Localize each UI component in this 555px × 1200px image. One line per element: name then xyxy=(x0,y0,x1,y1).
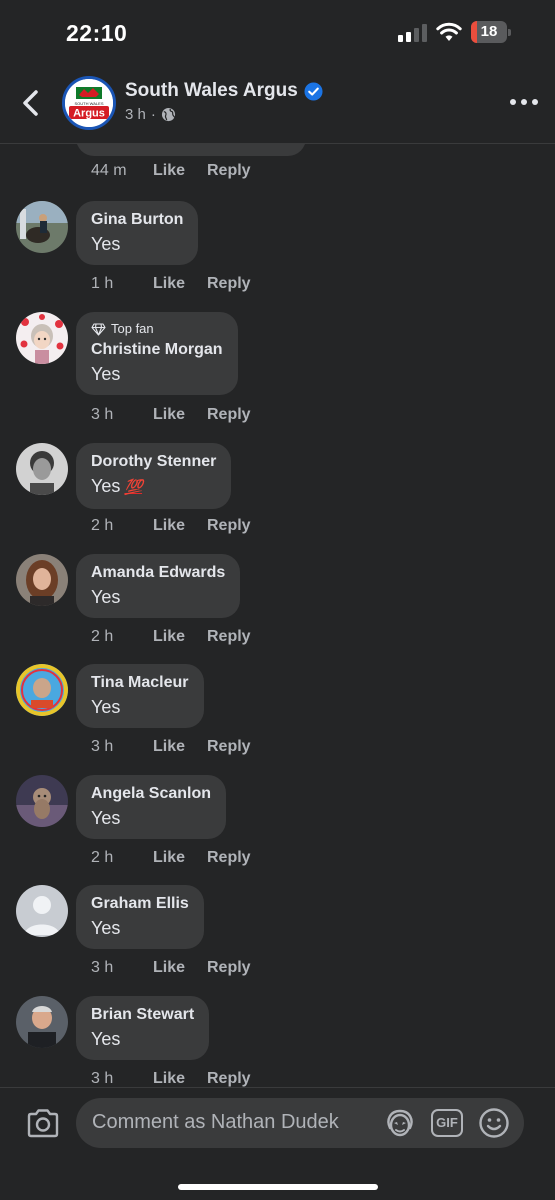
top-fan-badge: Top fan xyxy=(91,321,223,337)
comment-author[interactable]: Graham Ellis xyxy=(91,894,189,914)
comment-bubble[interactable]: Graham Ellis Yes xyxy=(76,885,204,949)
argus-logo: SOUTH WALES Argus xyxy=(65,79,113,127)
reply-button[interactable]: Reply xyxy=(207,1070,251,1087)
comment-actions: 2 h Like Reply xyxy=(91,628,251,646)
comment-bubble[interactable]: Dorothy Stenner Yes 💯 xyxy=(76,443,232,509)
comment-bubble[interactable]: Angela Scanlon Yes xyxy=(76,775,227,839)
comment-time: 2 h xyxy=(91,517,114,534)
comment-text: Yes xyxy=(91,1029,121,1049)
battery-level: 18 xyxy=(480,23,498,40)
badge-label: Top fan xyxy=(111,321,154,336)
gif-icon[interactable]: GIF xyxy=(431,1109,463,1137)
post-header: SOUTH WALES Argus South Wales Argus 3 h … xyxy=(0,64,555,144)
comment-actions: 3 h Like Reply xyxy=(91,738,251,756)
comment-text: Yes xyxy=(91,697,121,717)
comment-time: 44 m xyxy=(91,162,127,179)
diamond-icon xyxy=(91,322,106,336)
avatar-sticker-icon[interactable] xyxy=(384,1108,416,1138)
svg-text:SOUTH WALES: SOUTH WALES xyxy=(75,101,104,106)
home-indicator xyxy=(178,1184,378,1190)
status-time: 22:10 xyxy=(66,20,128,46)
avatar[interactable] xyxy=(16,312,68,364)
like-button[interactable]: Like xyxy=(153,406,207,424)
comment-text: Yes xyxy=(91,587,121,607)
comment-author[interactable]: Gina Burton xyxy=(91,210,183,230)
post-time: 3 h xyxy=(125,106,146,123)
comment-time: 3 h xyxy=(91,1070,114,1087)
comment-time: 3 h xyxy=(91,738,114,755)
like-button[interactable]: Like xyxy=(153,738,207,756)
like-button[interactable]: Like xyxy=(153,849,207,867)
comment-text: Yes xyxy=(91,808,121,828)
page-avatar[interactable]: SOUTH WALES Argus xyxy=(62,76,116,130)
battery-icon: 18 xyxy=(471,21,511,43)
comment-author[interactable]: Christine Morgan xyxy=(91,340,223,360)
wifi-icon xyxy=(436,22,462,41)
back-button[interactable] xyxy=(16,86,46,120)
comment-author[interactable]: Tina Macleur xyxy=(91,673,189,693)
comment-actions: 2 h Like Reply xyxy=(91,849,251,867)
comment-bubble[interactable]: Brian Stewart Yes xyxy=(76,996,210,1060)
emoji-icon[interactable] xyxy=(478,1107,510,1139)
comment-text: Yes xyxy=(91,918,121,938)
like-button[interactable]: Like xyxy=(153,628,207,646)
partial-comment-bubble xyxy=(76,144,306,156)
comment-input-placeholder: Comment as Nathan Dudek xyxy=(92,1111,339,1133)
comment-time: 1 h xyxy=(91,275,114,292)
more-options-button[interactable] xyxy=(510,92,538,112)
page-title[interactable]: South Wales Argus xyxy=(125,80,298,102)
reply-button[interactable]: Reply xyxy=(207,959,251,977)
reply-button[interactable]: Reply xyxy=(207,517,251,535)
like-button[interactable]: Like xyxy=(153,517,207,535)
comment-composer: Comment as Nathan Dudek GIF xyxy=(0,1087,555,1200)
comment-text: Yes xyxy=(91,234,121,254)
like-button[interactable]: Like xyxy=(153,1070,207,1087)
default-avatar-icon[interactable] xyxy=(16,885,68,937)
camera-icon[interactable] xyxy=(26,1108,60,1138)
comments-list: 44 m Like Reply Gina Burton Yes 1 h Like… xyxy=(0,144,555,1087)
avatar[interactable] xyxy=(16,554,68,606)
comment-actions: 1 h Like Reply xyxy=(91,275,251,293)
comment-time: 3 h xyxy=(91,959,114,976)
like-button[interactable]: Like xyxy=(153,162,207,180)
comment-author[interactable]: Amanda Edwards xyxy=(91,563,225,583)
comment-actions: 3 h Like Reply xyxy=(91,1070,251,1087)
avatar[interactable] xyxy=(16,201,68,253)
partial-comment-actions: 44 m Like Reply xyxy=(91,162,251,180)
avatar[interactable] xyxy=(16,996,68,1048)
comment-time: 2 h xyxy=(91,849,114,866)
comment-author[interactable]: Angela Scanlon xyxy=(91,784,211,804)
comment-time: 2 h xyxy=(91,628,114,645)
verified-badge-icon xyxy=(304,81,323,101)
reply-button[interactable]: Reply xyxy=(207,738,251,756)
reply-button[interactable]: Reply xyxy=(207,275,251,293)
comment-actions: 2 h Like Reply xyxy=(91,517,251,535)
reply-button[interactable]: Reply xyxy=(207,849,251,867)
comment-text: Yes xyxy=(91,476,121,496)
comment-text: Yes xyxy=(91,364,121,384)
reply-button[interactable]: Reply xyxy=(207,162,251,180)
avatar[interactable] xyxy=(16,443,68,495)
avatar[interactable] xyxy=(16,775,68,827)
avatar[interactable] xyxy=(16,664,68,716)
like-button[interactable]: Like xyxy=(153,959,207,977)
comment-time: 3 h xyxy=(91,406,114,423)
meta-separator: · xyxy=(150,106,156,123)
comment-bubble[interactable]: Tina Macleur Yes xyxy=(76,664,204,728)
comment-author[interactable]: Dorothy Stenner xyxy=(91,452,216,472)
comment-bubble[interactable]: Amanda Edwards Yes xyxy=(76,554,241,618)
comment-bubble[interactable]: Gina Burton Yes xyxy=(76,201,199,265)
comment-author[interactable]: Brian Stewart xyxy=(91,1005,194,1025)
comment-actions: 3 h Like Reply xyxy=(91,406,251,424)
svg-text:Argus: Argus xyxy=(73,108,105,120)
reply-button[interactable]: Reply xyxy=(207,406,251,424)
reply-button[interactable]: Reply xyxy=(207,628,251,646)
globe-icon xyxy=(161,107,176,122)
like-button[interactable]: Like xyxy=(153,275,207,293)
comment-bubble[interactable]: Top fan Christine Morgan Yes xyxy=(76,312,238,395)
comment-actions: 3 h Like Reply xyxy=(91,959,251,977)
hundred-points-emoji: 💯 xyxy=(124,479,143,496)
cellular-signal-icon xyxy=(398,24,427,42)
status-bar: 22:10 18 xyxy=(0,0,555,64)
